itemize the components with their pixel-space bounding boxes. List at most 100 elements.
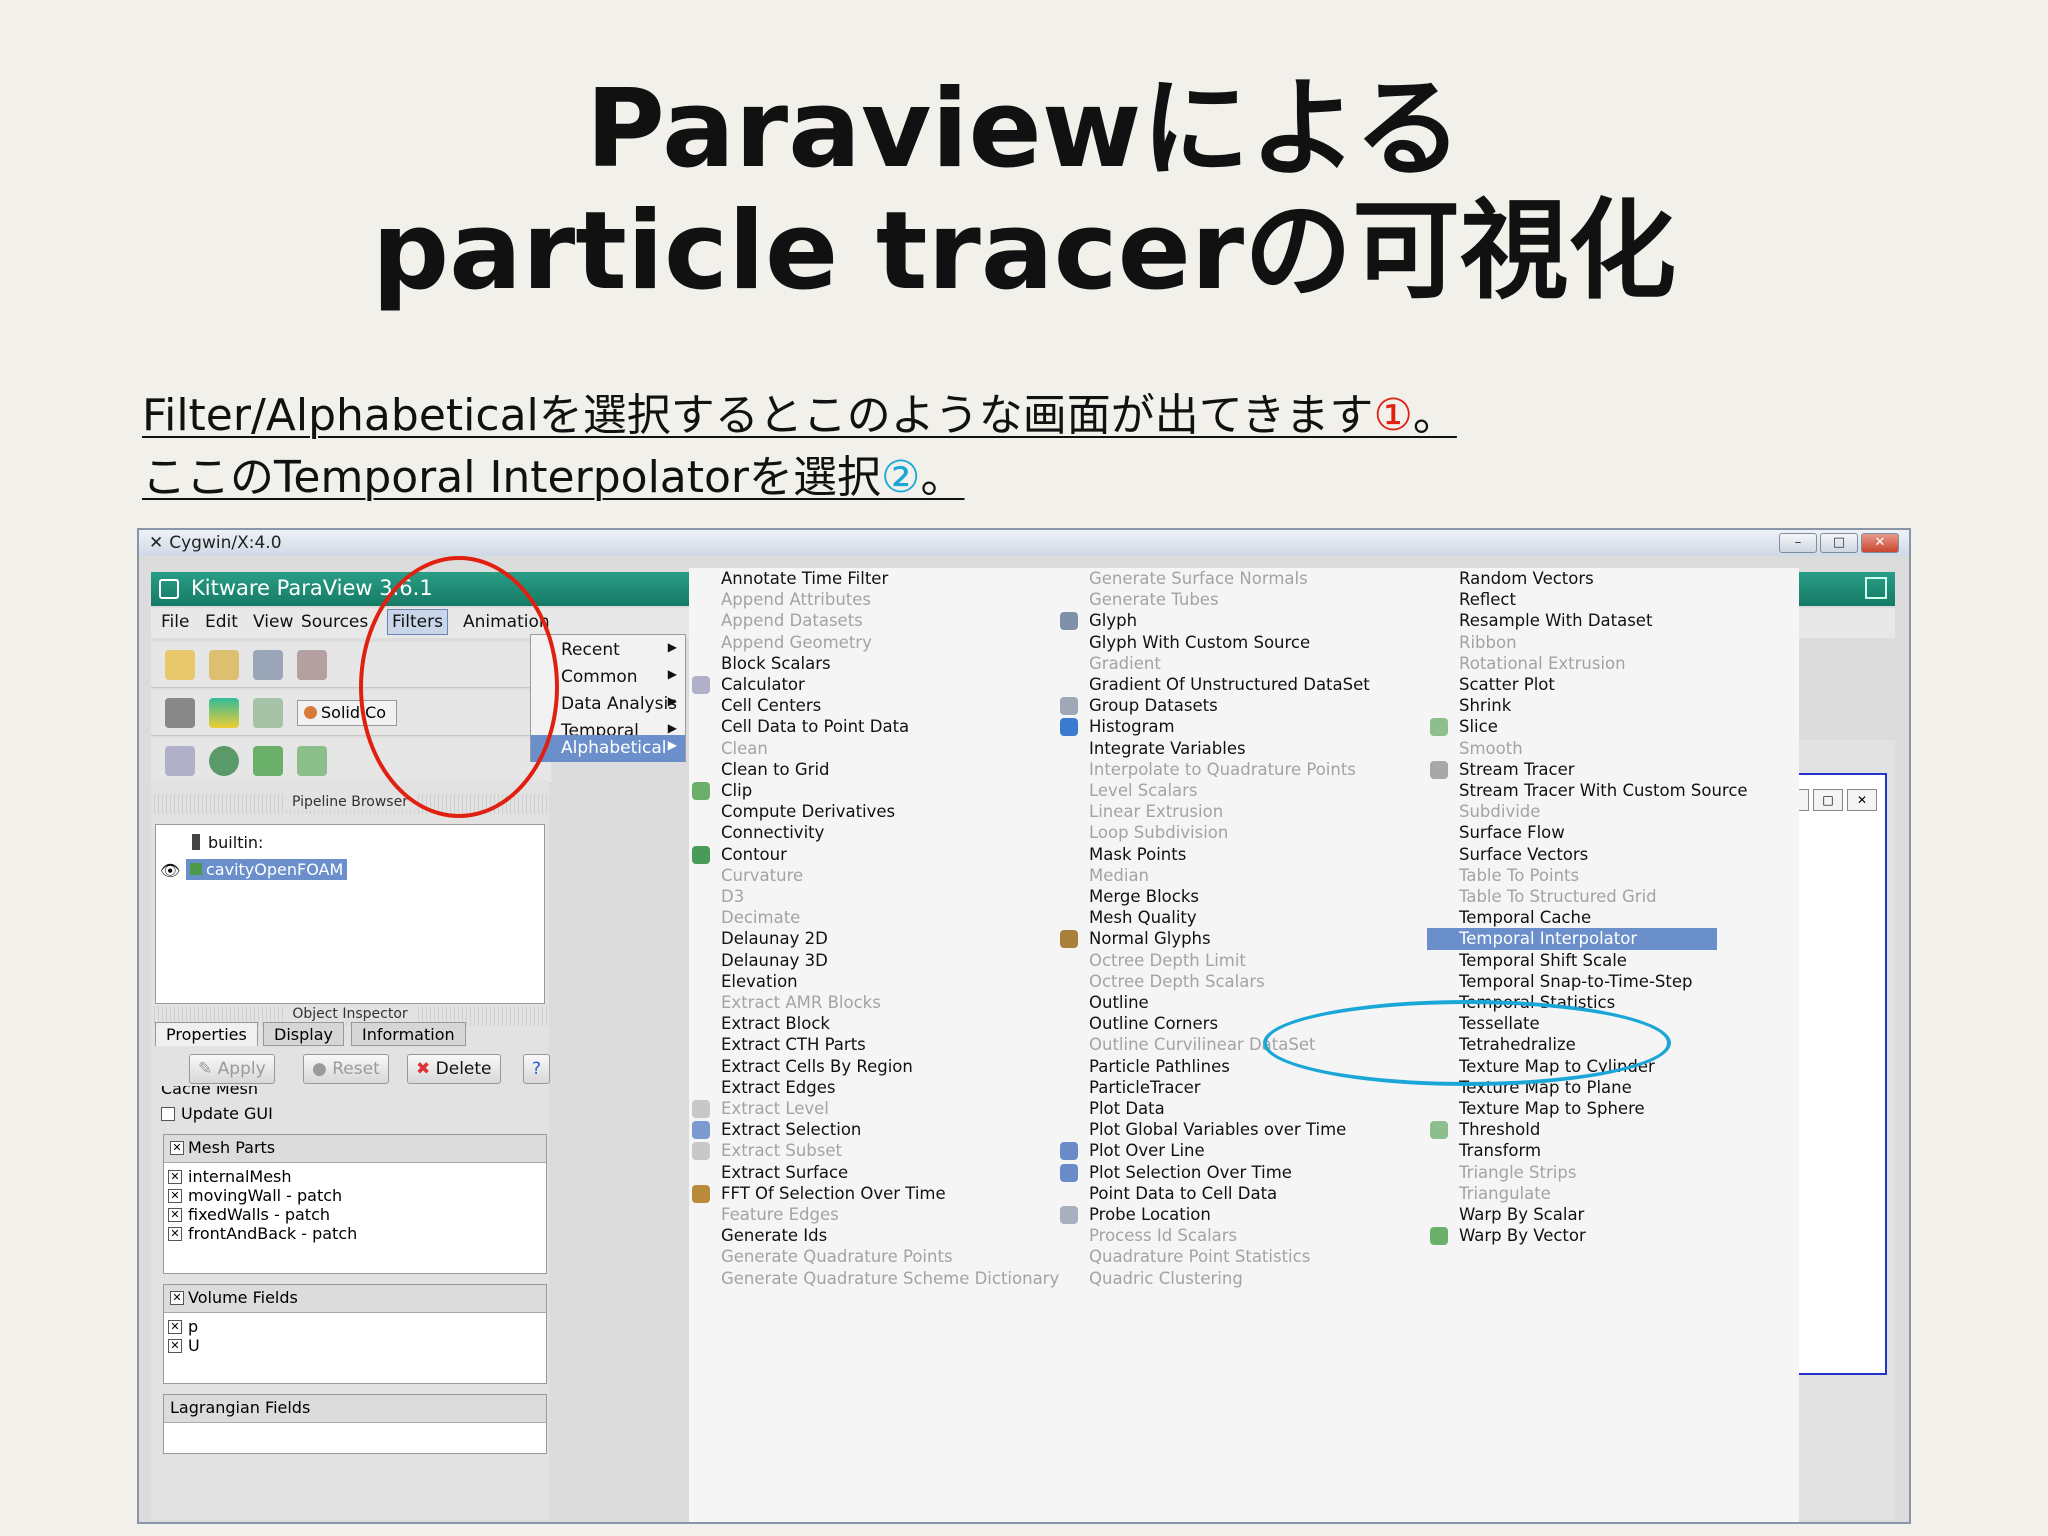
menu-item-compute-derivatives[interactable]: Compute Derivatives	[721, 801, 1089, 823]
disconnect-icon[interactable]	[297, 650, 327, 680]
open-icon[interactable]	[165, 650, 195, 680]
reset-button[interactable]: ● Reset	[303, 1054, 389, 1084]
menu-item-calculator[interactable]: Calculator	[692, 674, 1089, 696]
volume-fields-header[interactable]: ✕ Volume Fields	[164, 1285, 546, 1313]
menu-item-random-vectors[interactable]: Random Vectors	[1459, 568, 1827, 590]
menu-item-elevation[interactable]: Elevation	[721, 971, 1089, 993]
menu-item-warp-by-vector[interactable]: Warp By Vector	[1430, 1225, 1827, 1247]
menu-item-delaunay-2d[interactable]: Delaunay 2D	[721, 928, 1089, 950]
filters-common[interactable]: Common ▶	[531, 664, 685, 691]
delete-button[interactable]: ✖ Delete	[407, 1054, 501, 1084]
scalar-bar-icon[interactable]	[209, 698, 239, 728]
pipeline-source-item[interactable]: cavityOpenFOAM	[186, 859, 348, 880]
pipeline-builtin[interactable]: builtin:	[192, 833, 263, 852]
menu-item-clip[interactable]: Clip	[692, 780, 1089, 802]
menu-item-surface-vectors[interactable]: Surface Vectors	[1459, 844, 1827, 866]
menu-item-stream-tracer-with-custom-source[interactable]: Stream Tracer With Custom Source	[1459, 780, 1827, 802]
mesh-part-checkbox[interactable]: ✕	[168, 1170, 182, 1184]
volume-field-checkbox[interactable]: ✕	[168, 1320, 182, 1334]
menu-item-generate-ids[interactable]: Generate Ids	[721, 1225, 1089, 1247]
menu-item-outline[interactable]: Outline	[1089, 992, 1457, 1014]
mesh-part-checkbox[interactable]: ✕	[168, 1189, 182, 1203]
menu-item-extract-selection[interactable]: Extract Selection	[692, 1119, 1089, 1141]
menu-item-extract-cth-parts[interactable]: Extract CTH Parts	[721, 1034, 1089, 1056]
volume-field-item[interactable]: ✕ U	[168, 1336, 200, 1355]
menu-item-connectivity[interactable]: Connectivity	[721, 822, 1089, 844]
menu-file[interactable]: File	[161, 612, 189, 632]
menu-item-point-data-to-cell-data[interactable]: Point Data to Cell Data	[1089, 1183, 1457, 1205]
lagrangian-fields-header[interactable]: Lagrangian Fields	[164, 1395, 546, 1423]
menu-item-stream-tracer[interactable]: Stream Tracer	[1430, 759, 1827, 781]
connect-icon[interactable]	[253, 650, 283, 680]
menu-item-gradient-of-unstructured-dataset[interactable]: Gradient Of Unstructured DataSet	[1089, 674, 1457, 696]
tab-properties[interactable]: Properties	[155, 1022, 258, 1046]
volume-field-item[interactable]: ✕ p	[168, 1317, 200, 1336]
apply-button[interactable]: ✎ Apply	[189, 1054, 275, 1084]
menu-item-mesh-quality[interactable]: Mesh Quality	[1089, 907, 1457, 929]
maximize-icon[interactable]	[1865, 577, 1887, 599]
menu-animation[interactable]: Animation	[463, 612, 550, 632]
menu-item-slice[interactable]: Slice	[1430, 716, 1827, 738]
menu-item-tessellate[interactable]: Tessellate	[1459, 1013, 1827, 1035]
representation-select[interactable]: Solid Co	[297, 700, 397, 726]
menu-item-contour[interactable]: Contour	[692, 844, 1089, 866]
menu-item-extract-edges[interactable]: Extract Edges	[721, 1077, 1089, 1099]
contour-tool-icon[interactable]	[209, 746, 239, 776]
menu-item-plot-data[interactable]: Plot Data	[1089, 1098, 1457, 1120]
menu-item-temporal-interpolator[interactable]: Temporal Interpolator	[1427, 928, 1717, 951]
mesh-part-item[interactable]: ✕ movingWall - patch	[168, 1186, 357, 1205]
menu-item-transform[interactable]: Transform	[1459, 1140, 1827, 1162]
help-button[interactable]: ?	[523, 1054, 551, 1084]
menu-item-scatter-plot[interactable]: Scatter Plot	[1459, 674, 1827, 696]
menu-item-warp-by-scalar[interactable]: Warp By Scalar	[1459, 1204, 1827, 1226]
menu-item-plot-global-variables-over-time[interactable]: Plot Global Variables over Time	[1089, 1119, 1457, 1141]
minimize-button[interactable]: –	[1779, 533, 1817, 553]
menu-item-cell-centers[interactable]: Cell Centers	[721, 695, 1089, 717]
slice-tool-icon[interactable]	[297, 746, 327, 776]
menu-item-glyph-with-custom-source[interactable]: Glyph With Custom Source	[1089, 632, 1457, 654]
tab-display[interactable]: Display	[263, 1022, 344, 1046]
menu-item-glyph[interactable]: Glyph	[1060, 610, 1457, 632]
menu-item-particle-pathlines[interactable]: Particle Pathlines	[1089, 1056, 1457, 1078]
menu-item-plot-selection-over-time[interactable]: Plot Selection Over Time	[1060, 1162, 1457, 1184]
menu-item-texture-map-to-sphere[interactable]: Texture Map to Sphere	[1459, 1098, 1827, 1120]
eye-icon[interactable]: 👁	[160, 861, 180, 880]
tab-information[interactable]: Information	[351, 1022, 466, 1046]
color-map-icon[interactable]	[165, 698, 195, 728]
menu-view[interactable]: View	[253, 612, 293, 632]
menu-item-cell-data-to-point-data[interactable]: Cell Data to Point Data	[721, 716, 1089, 738]
menu-item-annotate-time-filter[interactable]: Annotate Time Filter	[721, 568, 1089, 590]
rescale-icon[interactable]	[253, 698, 283, 728]
close-button[interactable]: ✕	[1861, 533, 1899, 553]
open-state-icon[interactable]	[209, 650, 239, 680]
menu-item-plot-over-line[interactable]: Plot Over Line	[1060, 1140, 1457, 1162]
menu-item-threshold[interactable]: Threshold	[1430, 1119, 1827, 1141]
mesh-part-item[interactable]: ✕ fixedWalls - patch	[168, 1205, 357, 1224]
close-view-icon[interactable]: ✕	[1847, 789, 1877, 811]
menu-item-temporal-shift-scale[interactable]: Temporal Shift Scale	[1459, 950, 1827, 972]
menu-edit[interactable]: Edit	[205, 612, 238, 632]
menu-item-fft-of-selection-over-time[interactable]: FFT Of Selection Over Time	[692, 1183, 1089, 1205]
update-gui-row[interactable]: Update GUI	[161, 1104, 273, 1123]
menu-filters[interactable]: Filters	[387, 609, 448, 635]
filters-data-analysis[interactable]: Data Analysis ▶	[531, 691, 685, 718]
mesh-part-checkbox[interactable]: ✕	[168, 1227, 182, 1241]
mesh-part-checkbox[interactable]: ✕	[168, 1208, 182, 1222]
calculator-tool-icon[interactable]	[165, 746, 195, 776]
menu-item-normal-glyphs[interactable]: Normal Glyphs	[1060, 928, 1457, 950]
menu-item-surface-flow[interactable]: Surface Flow	[1459, 822, 1827, 844]
mesh-part-item[interactable]: ✕ frontAndBack - patch	[168, 1224, 357, 1243]
mesh-parts-header[interactable]: ✕ Mesh Parts	[164, 1135, 546, 1163]
maximize-button[interactable]: □	[1820, 533, 1858, 553]
menu-item-temporal-cache[interactable]: Temporal Cache	[1459, 907, 1827, 929]
menu-item-clean-to-grid[interactable]: Clean to Grid	[721, 759, 1089, 781]
clip-tool-icon[interactable]	[253, 746, 283, 776]
menu-item-extract-cells-by-region[interactable]: Extract Cells By Region	[721, 1056, 1089, 1078]
menu-item-histogram[interactable]: Histogram	[1060, 716, 1457, 738]
mesh-parts-checkbox[interactable]: ✕	[170, 1141, 184, 1155]
volume-fields-checkbox[interactable]: ✕	[170, 1291, 184, 1305]
mesh-part-item[interactable]: ✕ internalMesh	[168, 1167, 357, 1186]
menu-item-texture-map-to-plane[interactable]: Texture Map to Plane	[1459, 1077, 1827, 1099]
filters-alphabetical[interactable]: Alphabetical ▶	[531, 735, 685, 762]
menu-item-extract-block[interactable]: Extract Block	[721, 1013, 1089, 1035]
